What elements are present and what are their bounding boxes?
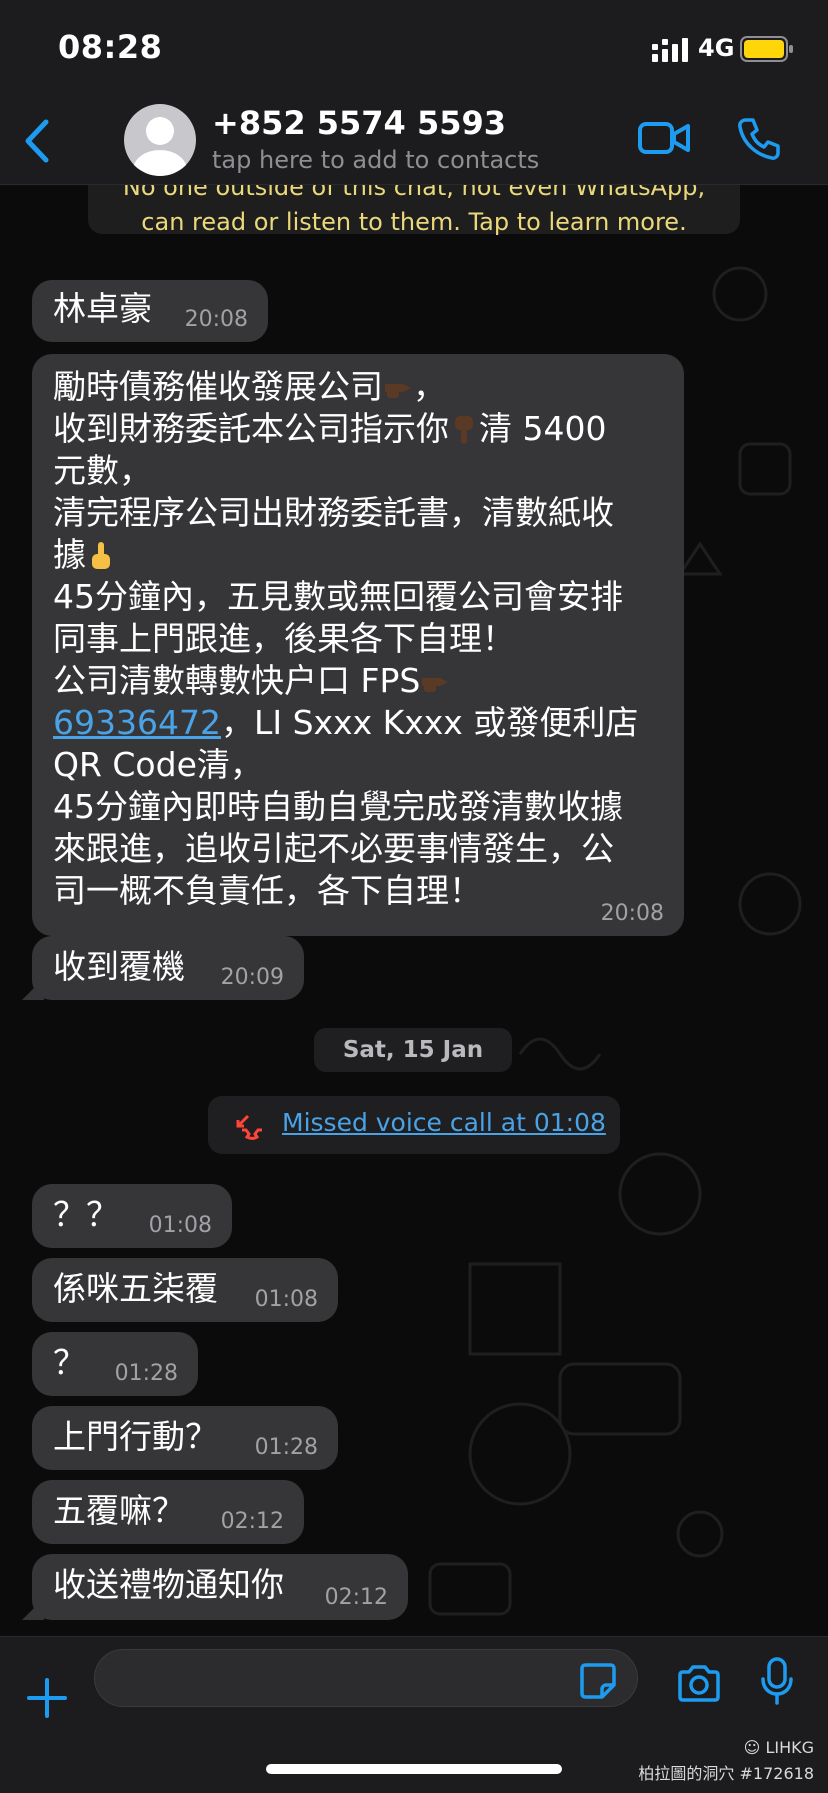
bubble-tail (22, 1598, 44, 1620)
message-bubble[interactable]: 上門行動？ 01:28 (32, 1406, 338, 1470)
cellular-signal-icon (652, 38, 688, 62)
message-time: 20:08 (184, 307, 248, 332)
message-line: 公司清數轉數快户口 FPS (53, 661, 421, 700)
back-chevron-icon[interactable] (22, 118, 54, 164)
message-line: ， (413, 367, 446, 406)
watermark-brand: ☺ LIHKG (744, 1738, 814, 1757)
camera-icon[interactable] (676, 1663, 722, 1703)
microphone-icon[interactable] (760, 1657, 794, 1705)
message-line: 勵時債務催收發展公司 (53, 367, 383, 406)
missed-call-notice[interactable]: Missed voice call at 01:08 (208, 1096, 620, 1154)
message-text: 係咪五柒覆 (53, 1269, 218, 1308)
network-type: 4G (698, 34, 735, 62)
message-time: 20:09 (220, 965, 284, 990)
message-bubble[interactable]: 五覆嘛？ 02:12 (32, 1480, 304, 1544)
phone-number-link[interactable]: 69336472 (53, 703, 221, 742)
contact-phone-number[interactable]: +852 5574 5593 (212, 104, 506, 142)
message-bubble[interactable]: 收到覆機 20:09 (22, 936, 304, 1000)
encryption-notice[interactable]: No one outside of this chat, not even Wh… (88, 184, 740, 236)
contact-avatar[interactable] (124, 104, 196, 176)
message-bubble[interactable]: ？ 01:28 (32, 1332, 198, 1396)
missed-call-icon (236, 1114, 262, 1140)
pointing-right-emoji-icon (385, 384, 411, 398)
message-text: 收到覆機 (53, 947, 185, 986)
plus-icon[interactable] (26, 1677, 68, 1719)
message-line: 清完程序公司出財務委託書，清數紙收 (53, 493, 614, 532)
message-bubble[interactable]: 林卓豪 20:08 (32, 280, 268, 342)
message-time: 01:08 (148, 1213, 212, 1238)
message-text: 五覆嘛？ (53, 1491, 185, 1530)
missed-call-link[interactable]: Missed voice call at 01:08 (282, 1108, 606, 1137)
home-indicator[interactable] (266, 1764, 562, 1774)
message-text: ？ (53, 1343, 86, 1382)
message-text: 上門行動？ (53, 1417, 218, 1456)
watermark-source: 柏拉圖的洞穴 #172618 (638, 1764, 814, 1783)
message-line: 據 (53, 535, 86, 574)
status-bar: 08:28 4G (0, 0, 828, 100)
message-bubble[interactable]: ？？ 01:08 (32, 1184, 232, 1248)
encryption-notice-line1: No one outside of this chat, not even Wh… (122, 184, 706, 201)
message-line: 45分鐘內，五見數或無回覆公司會安排 (53, 577, 623, 616)
video-call-icon[interactable] (638, 118, 690, 158)
status-time: 08:28 (58, 28, 163, 66)
message-line: QR Code清， (53, 745, 263, 784)
message-text: 收送禮物通知你 (53, 1565, 284, 1604)
message-text-long: 勵時債務催收發展公司 ， 收到財務委託本公司指示你清 5400 元數， 清完程序公… (53, 366, 683, 912)
bubble-tail (22, 978, 44, 1000)
message-line: 45分鐘內即時自動自覺完成發清數收據 (53, 787, 623, 826)
encryption-notice-line2: can read or listen to them. Tap to learn… (141, 208, 687, 236)
message-line: 來跟進，追收引起不必要事情發生，公 (53, 829, 614, 868)
message-bubble[interactable]: 收送禮物通知你 02:12 (22, 1554, 408, 1620)
message-time: 01:28 (114, 1361, 178, 1386)
message-text: ？？ (53, 1195, 119, 1234)
message-time: 02:12 (220, 1509, 284, 1534)
date-separator: Sat, 15 Jan (314, 1028, 512, 1072)
message-line: 同事上門跟進，後果各下自理！ (53, 619, 515, 658)
pointing-right-emoji-icon (422, 678, 449, 692)
message-time: 02:12 (324, 1585, 388, 1610)
message-text: 林卓豪 (53, 289, 152, 328)
smiley-icon: ☺ (743, 1738, 761, 1757)
message-line: 收到財務委託本公司指示你 (53, 409, 449, 448)
person-icon (133, 117, 187, 176)
pointing-up-emoji-icon (92, 542, 110, 569)
sticker-icon[interactable] (578, 1661, 618, 1701)
voice-call-icon[interactable] (736, 116, 782, 162)
message-time: 01:28 (254, 1435, 318, 1460)
message-line: 清 5400 (479, 409, 607, 448)
chat-area[interactable]: No one outside of this chat, not even Wh… (0, 184, 828, 1636)
watermark-brand-text: LIHKG (765, 1738, 814, 1757)
pointing-down-emoji-icon (455, 416, 473, 444)
message-bubble-long[interactable]: 勵時債務催收發展公司 ， 收到財務委託本公司指示你清 5400 元數， 清完程序公… (32, 354, 684, 936)
message-time: 01:08 (254, 1287, 318, 1312)
message-bubble[interactable]: 係咪五柒覆 01:08 (32, 1258, 338, 1322)
chat-header: +852 5574 5593 tap here to add to contac… (0, 100, 828, 185)
message-line: ，LI Sxxx Kxxx 或發便利店 (220, 703, 639, 742)
message-time: 20:08 (600, 901, 664, 926)
message-line: 司一概不負責任，各下自理！ (53, 871, 482, 910)
message-line: 元數， (53, 451, 152, 490)
add-to-contacts-hint[interactable]: tap here to add to contacts (212, 146, 539, 174)
message-input[interactable] (94, 1649, 638, 1707)
battery-icon (740, 36, 793, 62)
